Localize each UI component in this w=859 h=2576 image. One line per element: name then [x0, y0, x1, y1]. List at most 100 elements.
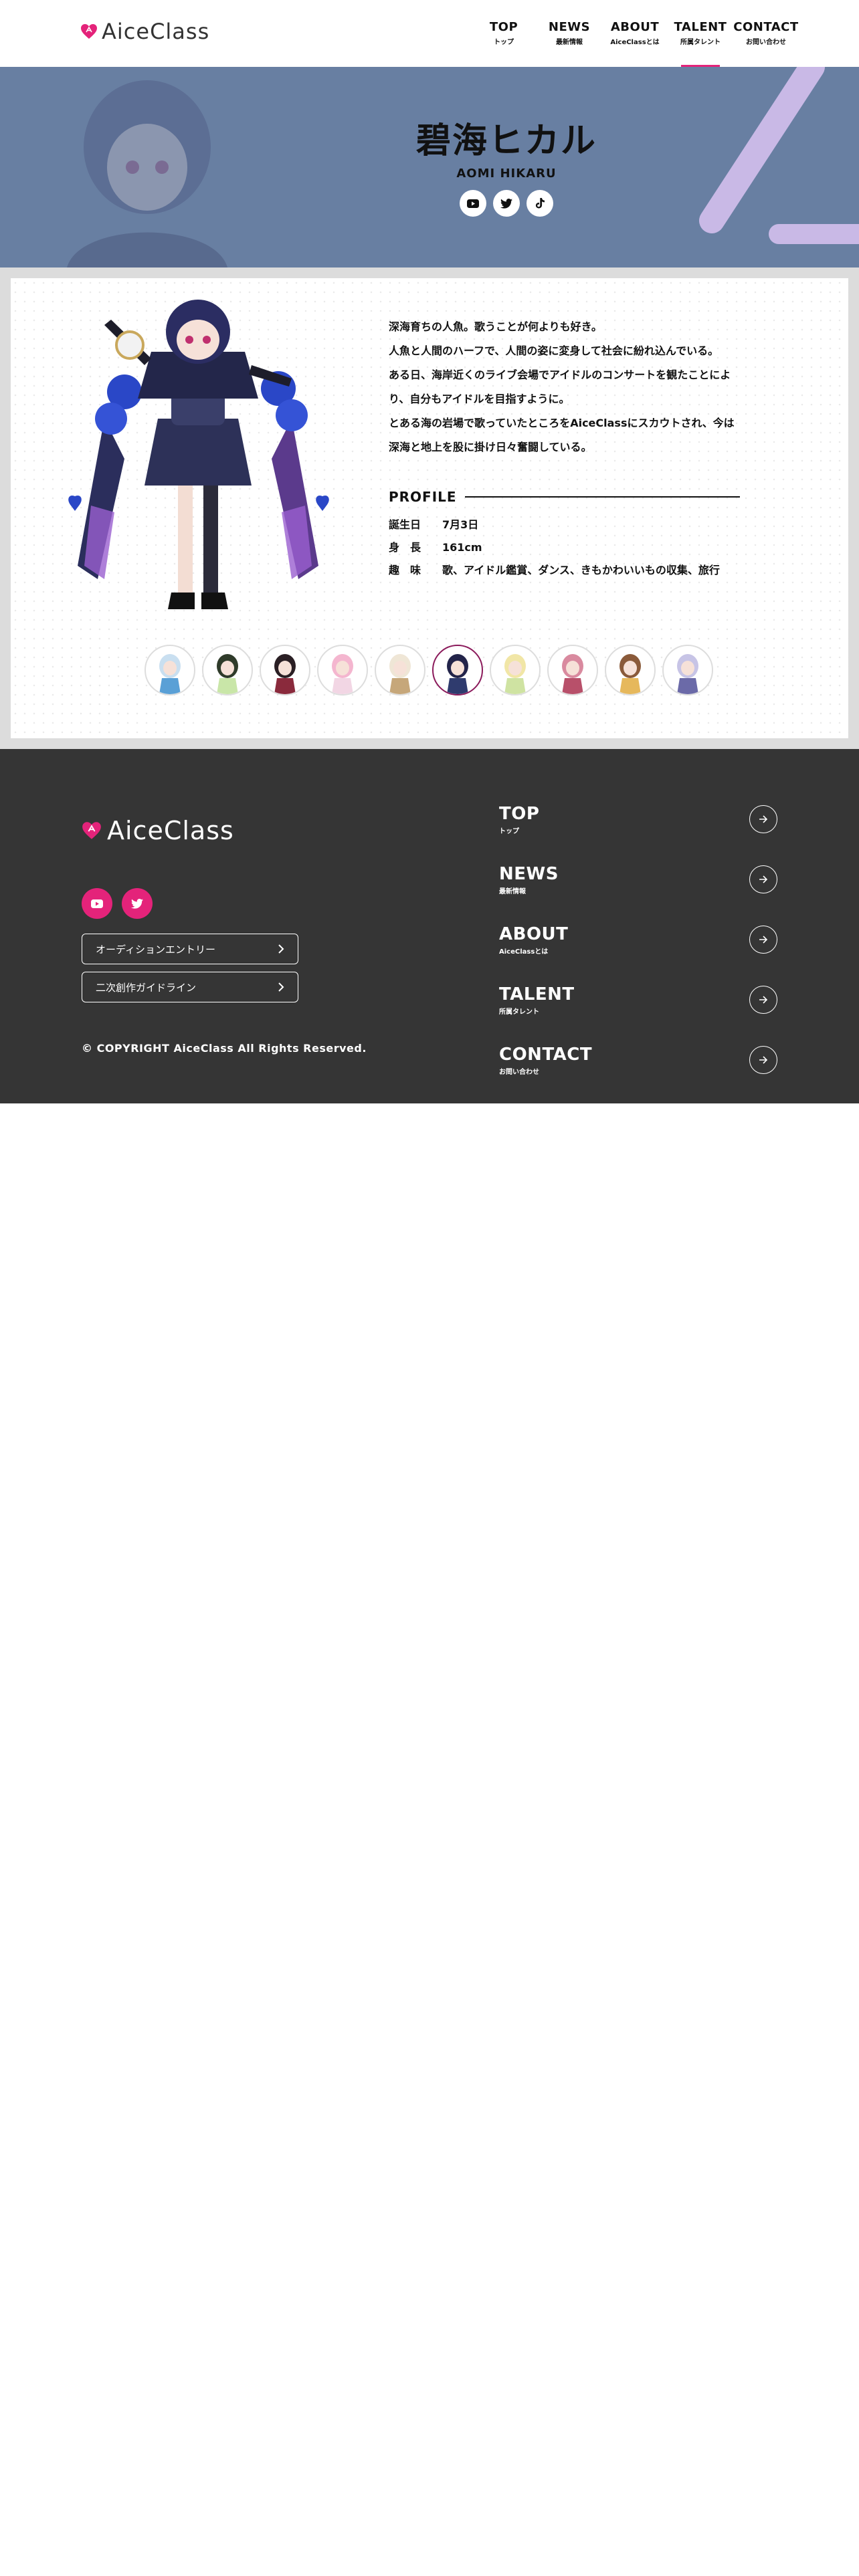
- description-line: り、自分もアイドルを目指すように。: [389, 393, 570, 405]
- talent-name-romaji: AOMI HIKARU: [456, 167, 557, 181]
- talent-avatar-image: [619, 654, 641, 694]
- youtube-icon: [467, 199, 479, 208]
- footer-nav-en: NEWS: [499, 863, 559, 884]
- nav-label-jp: 所属タレント: [680, 39, 721, 46]
- fan-creation-guideline-button[interactable]: 二次創作ガイドライン: [82, 972, 298, 1002]
- talent-thumbnail[interactable]: [547, 645, 598, 695]
- site-header: AiceClass TOP トップ NEWS 最新情報 ABOUT AiceCl…: [0, 0, 859, 67]
- logo-wordmark: AiceClass: [107, 816, 234, 845]
- profile-table: 誕生日 7月3日 身 長 161cm 趣 味 歌、アイドル鑑賞、ダンス、きもかわ…: [389, 514, 720, 582]
- talent-thumbnail[interactable]: [375, 645, 425, 695]
- profile-value: 歌、アイドル鑑賞、ダンス、きもかわいいもの収集、旅行: [442, 564, 720, 576]
- footer-nav-top[interactable]: TOP トップ: [499, 789, 777, 849]
- footer-nav-about[interactable]: ABOUT AiceClassとは: [499, 909, 777, 970]
- profile-heading-rule: [464, 496, 740, 498]
- talent-thumbnail[interactable]: [317, 645, 368, 695]
- site-logo[interactable]: AiceClass: [80, 19, 210, 44]
- footer-nav-en: TALENT: [499, 984, 575, 1004]
- audition-entry-button[interactable]: オーディションエントリー: [82, 934, 298, 964]
- talent-avatar-image: [562, 654, 583, 694]
- chevron-right-icon: [278, 982, 284, 992]
- arrow-right-icon: [749, 1046, 777, 1074]
- footer-nav-jp: 最新情報: [499, 887, 526, 895]
- profile-heading-label: PROFILE: [389, 489, 457, 505]
- talent-thumbnail[interactable]: [145, 645, 195, 695]
- nav-label-jp: AiceClassとは: [610, 39, 660, 46]
- description-line: ある日、海岸近くのライブ会場でアイドルのコンサートを観たことによ: [389, 368, 731, 381]
- button-label: 二次創作ガイドライン: [96, 981, 197, 994]
- footer-nav-label: ABOUT AiceClassとは: [499, 924, 568, 956]
- footer-nav-en: CONTACT: [499, 1044, 593, 1065]
- talent-thumbnail-list: [145, 645, 713, 695]
- talent-avatar-image: [274, 654, 296, 694]
- nav-label-en: ABOUT: [610, 20, 660, 34]
- profile-key: 身 長: [389, 541, 421, 554]
- nav-label-jp: お問い合わせ: [746, 39, 786, 46]
- arrow-right-icon: [749, 926, 777, 954]
- profile-key: 趣 味: [389, 564, 421, 576]
- talent-thumbnail[interactable]: [432, 645, 483, 695]
- talent-avatar-image: [389, 654, 411, 694]
- talent-sns-links: [154, 190, 859, 217]
- profile-row-height: 身 長 161cm: [389, 536, 720, 559]
- nav-item-contact[interactable]: CONTACT お問い合わせ: [733, 20, 799, 67]
- tiktok-icon: [535, 198, 545, 209]
- profile-section: 深海育ちの人魚。歌うことが何よりも好き。 人魚と人間のハーフで、人間の姿に変身し…: [0, 267, 859, 749]
- chevron-right-icon: [278, 944, 284, 954]
- talent-avatar-image: [447, 654, 468, 694]
- talent-thumbnail[interactable]: [202, 645, 253, 695]
- nav-label-jp: 最新情報: [556, 39, 583, 46]
- nav-label-en: NEWS: [548, 20, 591, 34]
- profile-card: 深海育ちの人魚。歌うことが何よりも好き。 人魚と人間のハーフで、人間の姿に変身し…: [11, 278, 848, 738]
- main-nav: TOP トップ NEWS 最新情報 ABOUT AiceClassとは TALE…: [471, 20, 799, 67]
- nav-label-en: CONTACT: [733, 20, 799, 34]
- footer-nav-news[interactable]: NEWS 最新情報: [499, 849, 777, 909]
- talent-name: 碧海ヒカル: [415, 121, 597, 161]
- footer-nav: TOP トップ NEWS 最新情報 ABOUT AiceClassとは TALE…: [499, 789, 777, 1090]
- talent-avatar-image: [159, 654, 181, 694]
- footer-nav-jp: お問い合わせ: [499, 1068, 539, 1076]
- talent-thumbnail[interactable]: [490, 645, 541, 695]
- twitter-icon: [131, 898, 143, 909]
- talent-thumbnail[interactable]: [260, 645, 310, 695]
- twitter-link[interactable]: [493, 190, 520, 217]
- nav-item-talent[interactable]: TALENT 所属タレント: [668, 20, 733, 67]
- footer-nav-contact[interactable]: CONTACT お問い合わせ: [499, 1030, 777, 1090]
- footer-logo[interactable]: AiceClass: [82, 816, 234, 845]
- footer-nav-label: NEWS 最新情報: [499, 864, 559, 895]
- footer-nav-jp: AiceClassとは: [499, 948, 549, 956]
- talent-thumbnail[interactable]: [605, 645, 656, 695]
- tiktok-link[interactable]: [527, 190, 553, 217]
- footer-nav-jp: 所属タレント: [499, 1008, 539, 1016]
- heart-icon: [82, 822, 101, 839]
- profile-row-hobby: 趣 味 歌、アイドル鑑賞、ダンス、きもかわいいもの収集、旅行: [389, 559, 720, 582]
- nav-item-top[interactable]: TOP トップ: [471, 20, 537, 67]
- talent-hero: 碧海ヒカル AOMI HIKARU: [0, 67, 859, 267]
- profile-value: 7月3日: [442, 518, 479, 531]
- footer-nav-en: ABOUT: [499, 924, 569, 944]
- footer-nav-label: CONTACT お問い合わせ: [499, 1045, 592, 1076]
- description-line: 深海育ちの人魚。歌うことが何よりも好き。: [389, 320, 602, 333]
- arrow-right-icon: [749, 865, 777, 893]
- footer-nav-label: TOP トップ: [499, 804, 539, 835]
- character-illustration: [68, 300, 329, 609]
- footer-twitter-link[interactable]: [122, 888, 153, 919]
- twitter-icon: [500, 198, 512, 209]
- profile-key: 誕生日: [389, 518, 421, 531]
- talent-avatar-image: [504, 654, 526, 694]
- footer-youtube-link[interactable]: [82, 888, 112, 919]
- button-label: オーディションエントリー: [96, 943, 215, 956]
- nav-item-about[interactable]: ABOUT AiceClassとは: [602, 20, 668, 67]
- youtube-icon: [91, 899, 103, 908]
- description-line: 深海と地上を股に掛け日々奮闘している。: [389, 441, 592, 453]
- talent-avatar-image: [677, 654, 698, 694]
- footer-nav-label: TALENT 所属タレント: [499, 984, 575, 1016]
- copyright-text: © COPYRIGHT AiceClass All Rights Reserve…: [82, 1042, 367, 1055]
- logo-wordmark: AiceClass: [102, 19, 210, 44]
- footer-nav-en: TOP: [499, 803, 540, 824]
- talent-thumbnail[interactable]: [662, 645, 713, 695]
- youtube-link[interactable]: [460, 190, 486, 217]
- footer-nav-talent[interactable]: TALENT 所属タレント: [499, 970, 777, 1030]
- footer-sns-links: [82, 888, 153, 919]
- nav-item-news[interactable]: NEWS 最新情報: [537, 20, 602, 67]
